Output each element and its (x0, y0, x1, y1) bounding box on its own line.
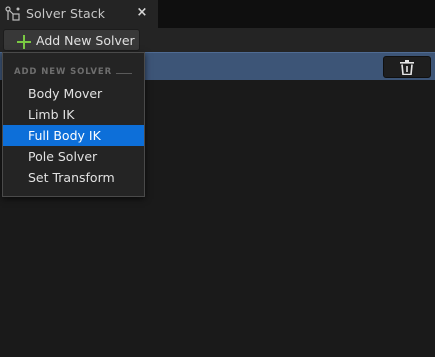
menu-item-limb-ik[interactable]: Limb IK (3, 104, 144, 125)
tab-title: Solver Stack (26, 6, 106, 21)
menu-header: ADD NEW SOLVER (14, 67, 113, 77)
add-new-solver-label: Add New Solver (36, 33, 135, 48)
menu-header-divider (116, 73, 132, 74)
plus-icon (17, 34, 31, 49)
menu-item-set-transform[interactable]: Set Transform (3, 167, 144, 188)
add-solver-dropdown: ADD NEW SOLVER Body Mover Limb IK Full B… (2, 52, 145, 197)
menu-item-pole-solver[interactable]: Pole Solver (3, 146, 144, 167)
menu-item-full-body-ik[interactable]: Full Body IK (3, 125, 144, 146)
menu-item-body-mover[interactable]: Body Mover (3, 83, 144, 104)
toolbar: Add New Solver (0, 28, 435, 52)
delete-solver-button[interactable] (383, 56, 431, 78)
solver-stack-icon (5, 6, 21, 22)
add-new-solver-button[interactable]: Add New Solver (3, 29, 140, 51)
title-bar: Solver Stack × (0, 0, 435, 28)
trash-icon (400, 60, 414, 76)
close-icon[interactable]: × (135, 5, 149, 21)
tab-solver-stack[interactable]: Solver Stack × (0, 0, 158, 28)
